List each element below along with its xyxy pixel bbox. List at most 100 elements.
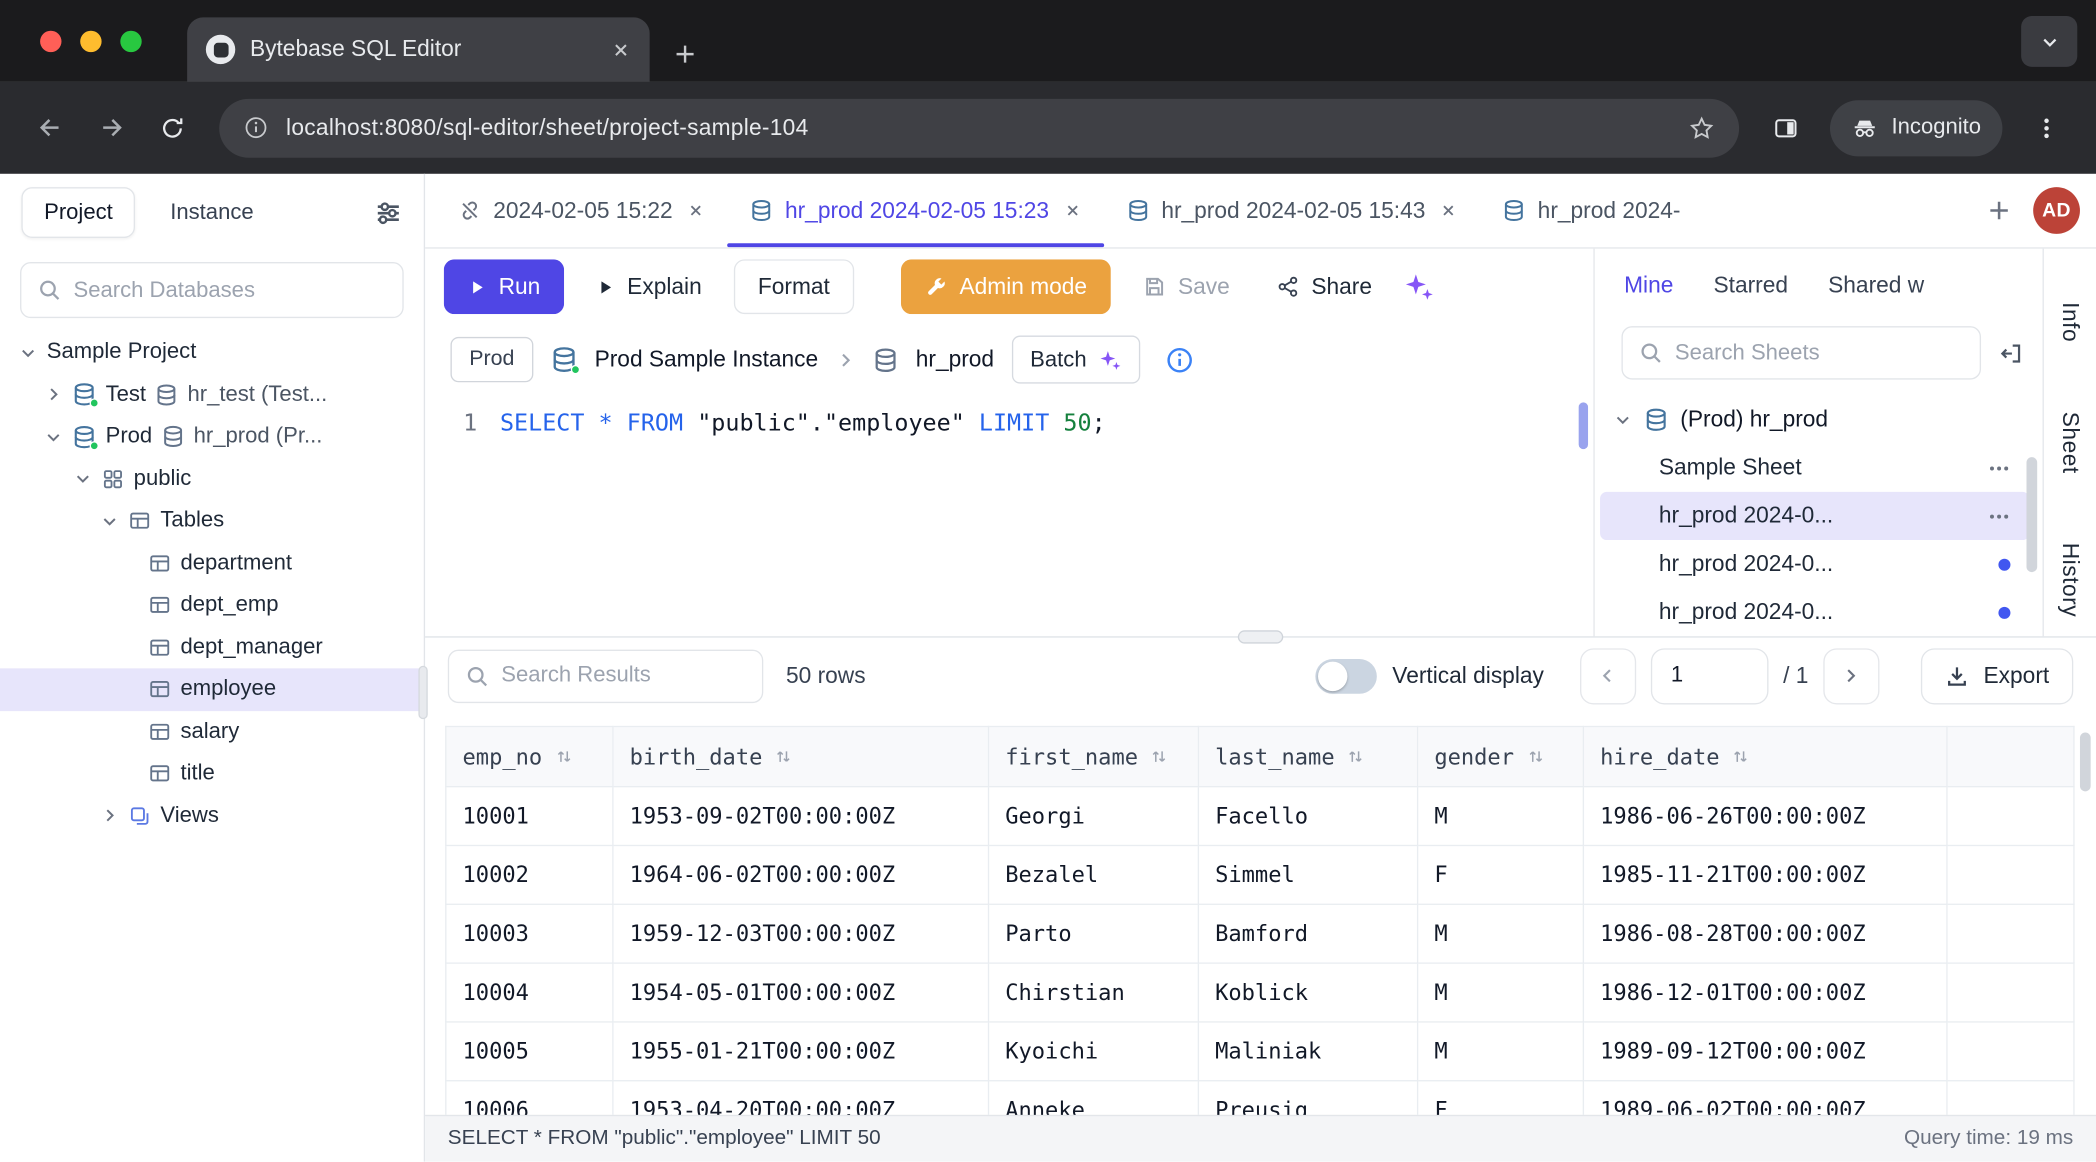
cell[interactable]: Simmel xyxy=(1198,845,1417,904)
more-actions-icon[interactable] xyxy=(1988,505,2011,528)
sheet-search[interactable] xyxy=(1621,326,1981,379)
tree-item-department[interactable]: department xyxy=(0,542,424,584)
cell[interactable]: 1953-04-20T00:00:00Z xyxy=(613,1081,989,1115)
tree-item-schema-public[interactable]: public xyxy=(0,458,424,500)
chevron-down-icon[interactable] xyxy=(1613,410,1632,429)
chevron-down-icon[interactable] xyxy=(19,343,38,362)
minimize-window-button[interactable] xyxy=(80,31,101,52)
column-header-birth-date[interactable]: birth_date xyxy=(613,727,989,787)
cell[interactable]: Georgi xyxy=(989,787,1199,846)
tree-item-dept-manager[interactable]: dept_manager xyxy=(0,626,424,668)
maximize-window-button[interactable] xyxy=(120,31,141,52)
sort-icon[interactable] xyxy=(554,747,573,766)
cell[interactable]: Preusig xyxy=(1198,1081,1417,1115)
results-scrollbar[interactable] xyxy=(2080,733,2091,792)
browser-tab[interactable]: Bytebase SQL Editor xyxy=(187,17,650,81)
cell[interactable]: 1989-06-02T00:00:00Z xyxy=(1583,1081,1947,1115)
results-search-input[interactable] xyxy=(501,663,746,688)
column-header-last-name[interactable]: last_name xyxy=(1198,727,1417,787)
database-search-input[interactable] xyxy=(74,277,387,302)
bookmark-star-icon[interactable] xyxy=(1688,114,1715,141)
split-view-icon[interactable] xyxy=(1758,100,1814,156)
cell[interactable]: 10004 xyxy=(446,963,613,1022)
more-actions-icon[interactable] xyxy=(1988,456,2011,479)
cell[interactable]: Facello xyxy=(1198,787,1417,846)
sort-icon[interactable] xyxy=(1347,747,1366,766)
tab-instance[interactable]: Instance xyxy=(170,200,253,225)
save-button[interactable]: Save xyxy=(1129,259,1245,314)
tab-starred[interactable]: Starred xyxy=(1714,273,1789,300)
sql-code-editor[interactable]: 1 SELECT * FROM "public"."employee" LIMI… xyxy=(425,394,1593,636)
sheet-list-scrollbar[interactable] xyxy=(2026,457,2037,572)
cell[interactable]: Bamford xyxy=(1198,904,1417,963)
back-button[interactable] xyxy=(21,100,77,156)
sort-icon[interactable] xyxy=(1150,747,1169,766)
collapse-panel-icon[interactable] xyxy=(1998,340,2023,365)
url-bar[interactable]: localhost:8080/sql-editor/sheet/project-… xyxy=(219,98,1739,157)
editor-scrollbar[interactable] xyxy=(1579,402,1588,449)
close-sheet-tab-icon[interactable] xyxy=(1440,202,1457,219)
table-row[interactable]: 100011953-09-02T00:00:00ZGeorgiFacelloM1… xyxy=(446,787,2074,846)
close-tab-icon[interactable] xyxy=(611,39,631,59)
tab-search-chevron-button[interactable] xyxy=(2021,16,2077,67)
new-sheet-tab-icon[interactable] xyxy=(1986,198,2011,223)
info-icon[interactable] xyxy=(1165,346,1193,374)
explain-button[interactable]: Explain xyxy=(582,259,717,314)
column-header-hire-date[interactable]: hire_date xyxy=(1583,727,1947,787)
table-row[interactable]: 100051955-01-21T00:00:00ZKyoichiMaliniak… xyxy=(446,1022,2074,1081)
run-button[interactable]: Run xyxy=(444,259,565,314)
sheet-group-prod-hr-prod[interactable]: (Prod) hr_prod xyxy=(1595,396,2043,444)
cell[interactable]: M xyxy=(1418,904,1584,963)
sidebar-resize-handle[interactable] xyxy=(418,666,427,719)
sheet-item-sample-sheet[interactable]: Sample Sheet xyxy=(1600,444,2029,492)
table-row[interactable]: 100031959-12-03T00:00:00ZPartoBamfordM19… xyxy=(446,904,2074,963)
admin-mode-button[interactable]: Admin mode xyxy=(901,259,1111,314)
filter-settings-icon[interactable] xyxy=(374,199,402,227)
cell[interactable]: 1986-12-01T00:00:00Z xyxy=(1583,963,1947,1022)
tree-item-views-group[interactable]: Views xyxy=(0,795,424,837)
sheet-tab-3[interactable]: hr_prod 2024-02-05 15:43 xyxy=(1104,174,1480,248)
chevron-right-icon[interactable] xyxy=(100,806,119,825)
cell[interactable]: 1986-08-28T00:00:00Z xyxy=(1583,904,1947,963)
sheet-tab-4[interactable]: hr_prod 2024-0 xyxy=(1480,174,1681,248)
cell[interactable]: Maliniak xyxy=(1198,1022,1417,1081)
chevron-down-icon[interactable] xyxy=(74,470,93,489)
sheet-item-unsaved-2[interactable]: hr_prod 2024-0... xyxy=(1600,588,2029,636)
rail-tab-sheet[interactable]: Sheet xyxy=(2057,412,2084,474)
database-name[interactable]: hr_prod xyxy=(916,346,994,373)
tab-shared[interactable]: Shared w xyxy=(1828,273,1924,300)
close-sheet-tab-icon[interactable] xyxy=(1064,202,1081,219)
panel-resize-handle[interactable] xyxy=(1238,630,1283,643)
cell[interactable]: 10001 xyxy=(446,787,613,846)
chevron-down-icon[interactable] xyxy=(100,512,119,531)
sort-icon[interactable] xyxy=(1526,747,1545,766)
sort-icon[interactable] xyxy=(774,747,793,766)
results-search[interactable] xyxy=(448,649,763,702)
cell[interactable]: Chirstian xyxy=(989,963,1199,1022)
tree-item-salary[interactable]: salary xyxy=(0,710,424,752)
format-button[interactable]: Format xyxy=(734,259,854,314)
vertical-display-toggle[interactable] xyxy=(1315,658,1376,693)
cell[interactable]: Koblick xyxy=(1198,963,1417,1022)
cell[interactable]: 10006 xyxy=(446,1081,613,1115)
tree-item-dept-emp[interactable]: dept_emp xyxy=(0,584,424,626)
ai-sparkles-icon[interactable] xyxy=(1404,271,1435,302)
forward-button[interactable] xyxy=(83,100,139,156)
chevron-right-icon[interactable] xyxy=(44,385,63,404)
new-tab-button[interactable] xyxy=(674,43,697,66)
cell[interactable]: 1959-12-03T00:00:00Z xyxy=(613,904,989,963)
sheet-item-selected[interactable]: hr_prod 2024-0... xyxy=(1600,492,2029,540)
cell[interactable]: 1953-09-02T00:00:00Z xyxy=(613,787,989,846)
database-search[interactable] xyxy=(20,262,404,318)
tab-project[interactable]: Project xyxy=(21,187,135,238)
cell[interactable]: 10005 xyxy=(446,1022,613,1081)
prev-page-button[interactable] xyxy=(1580,648,1636,704)
sheet-tab-1[interactable]: 2024-02-05 15:22 xyxy=(436,174,728,248)
tree-item-sample-project[interactable]: Sample Project xyxy=(0,332,424,374)
cell[interactable]: M xyxy=(1418,787,1584,846)
cell[interactable]: Kyoichi xyxy=(989,1022,1199,1081)
user-avatar[interactable]: AD xyxy=(2033,187,2080,234)
share-button[interactable]: Share xyxy=(1262,259,1387,314)
sort-icon[interactable] xyxy=(1732,747,1751,766)
tree-item-title[interactable]: title xyxy=(0,753,424,795)
